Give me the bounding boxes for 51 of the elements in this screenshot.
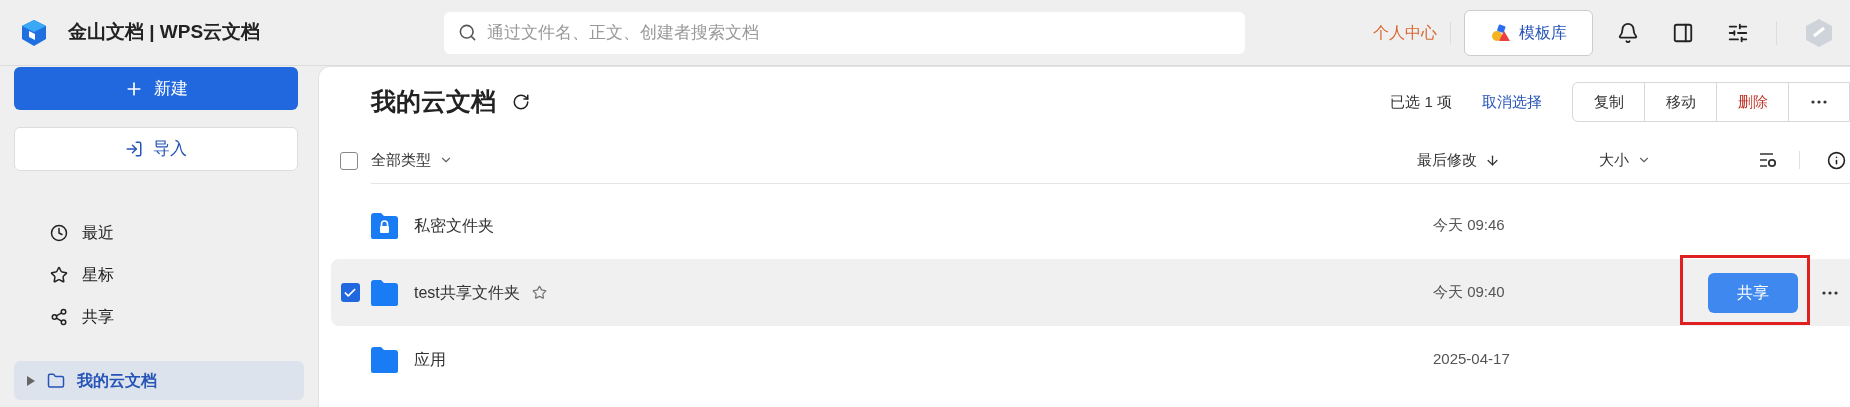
cancel-selection-link[interactable]: 取消选择 — [1482, 90, 1542, 114]
selection-count: 已选 1 项 — [1390, 91, 1452, 112]
caret-icon[interactable] — [27, 375, 35, 386]
sort-arrow-icon — [1485, 152, 1500, 168]
info-icon[interactable] — [1827, 150, 1846, 170]
file-row[interactable]: 私密文件夹 今天 09:46 — [331, 192, 1850, 259]
folder-icon — [369, 345, 399, 374]
row-checkbox[interactable] — [340, 283, 360, 302]
folder-icon — [47, 371, 65, 390]
column-settings-icon[interactable] — [1759, 152, 1777, 168]
star-icon — [50, 265, 68, 284]
more-icon — [1811, 100, 1827, 104]
star-icon[interactable] — [531, 285, 547, 300]
sliders-icon[interactable] — [1727, 21, 1749, 44]
locked-folder-icon — [369, 211, 399, 240]
modified-date: 今天 09:46 — [1433, 215, 1506, 236]
size-column-header[interactable]: 大小 — [1599, 148, 1759, 172]
import-button[interactable]: 导入 — [14, 127, 298, 171]
modified-date: 2025-04-17 — [1433, 349, 1511, 370]
more-icon — [1822, 290, 1838, 295]
logo-icon — [21, 18, 47, 47]
action-button[interactable]: 移动 — [1645, 83, 1717, 121]
search-field[interactable]: 通过文件名、正文、创建者搜索文档 — [444, 11, 1245, 54]
new-button[interactable]: 新建 — [14, 67, 298, 110]
folder-icon — [369, 278, 399, 307]
panel-icon[interactable] — [1672, 21, 1694, 44]
shapes-icon — [1490, 23, 1511, 42]
modified-date: 今天 09:40 — [1433, 282, 1506, 303]
sidebar-item[interactable]: 共享 — [14, 297, 304, 336]
select-all-checkbox[interactable] — [340, 151, 358, 170]
app-title: 金山文档 | WPS云文档 — [68, 20, 261, 45]
recent-icon — [50, 223, 68, 242]
template-button[interactable]: 模板库 — [1464, 9, 1593, 56]
page-title: 我的云文档 — [371, 86, 496, 118]
refresh-icon[interactable] — [512, 93, 530, 111]
import-icon — [125, 140, 143, 158]
sidebar-item[interactable]: 最近 — [14, 213, 304, 252]
share-button[interactable]: 共享 — [1708, 272, 1798, 313]
modified-column-header[interactable]: 最后修改 — [1417, 148, 1599, 172]
tree-item[interactable]: 我的云文档 — [14, 361, 304, 400]
share-icon — [50, 307, 68, 326]
file-row[interactable]: 应用 2025-04-17 — [331, 326, 1850, 393]
file-name[interactable]: 私密文件夹 — [414, 213, 494, 238]
type-filter[interactable]: 全部类型 — [371, 148, 453, 172]
action-button[interactable]: 复制 — [1573, 83, 1645, 121]
file-name[interactable]: 应用 — [414, 347, 446, 372]
bell-icon[interactable] — [1617, 21, 1639, 44]
file-name[interactable]: test共享文件夹 — [414, 280, 520, 305]
sidebar-item[interactable]: 星标 — [14, 255, 304, 294]
search-icon — [458, 22, 477, 42]
delete-button[interactable]: 删除 — [1717, 83, 1789, 121]
